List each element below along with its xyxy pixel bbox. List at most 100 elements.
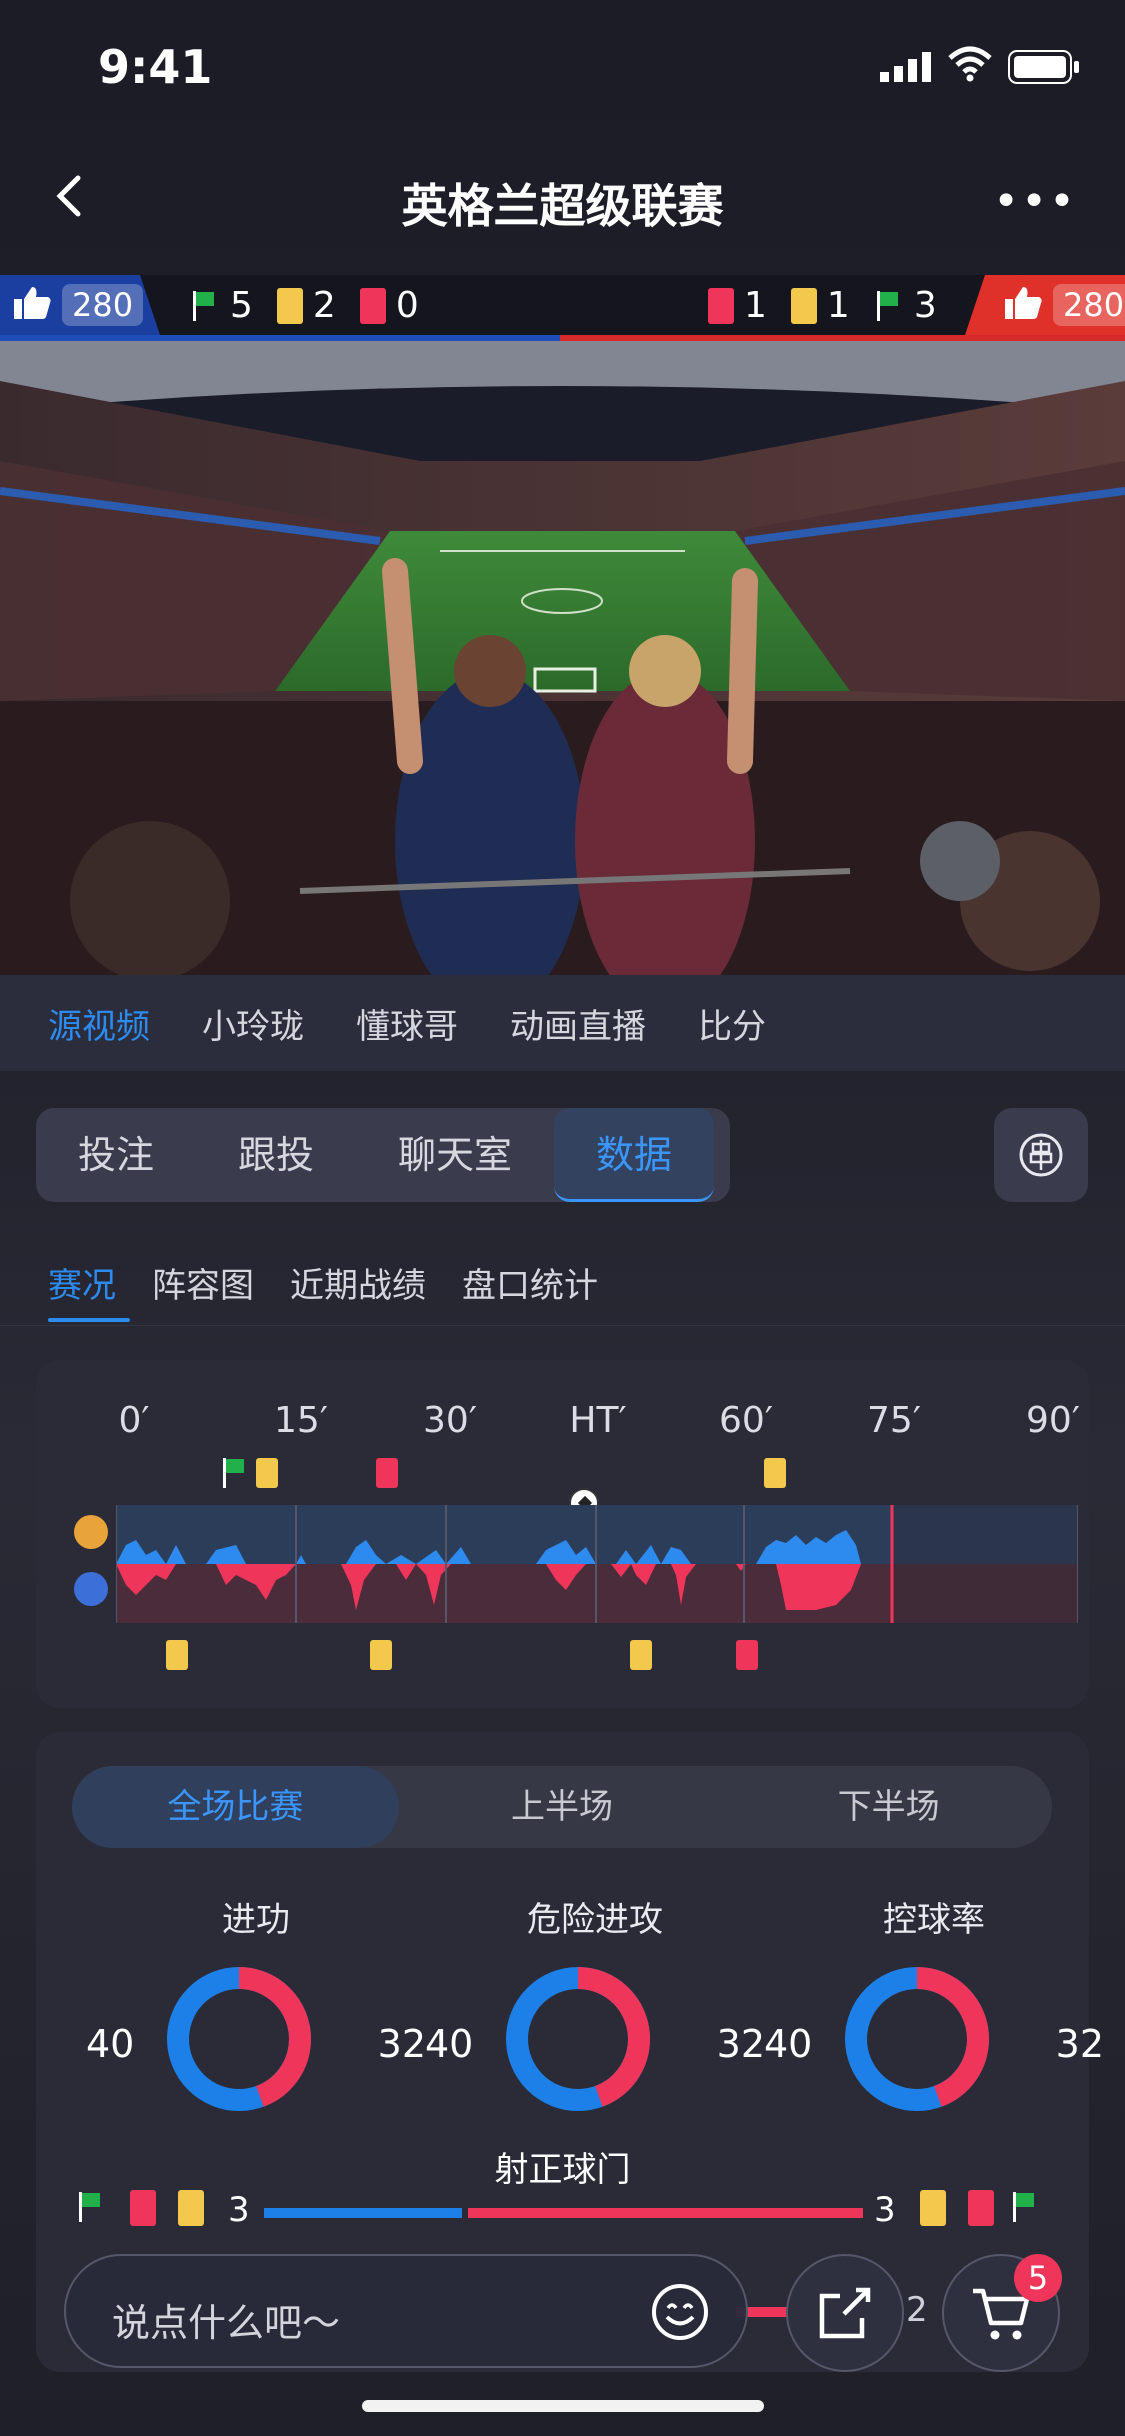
donut-chart xyxy=(845,1967,989,2111)
away-corners: 3 xyxy=(913,285,937,326)
source-tab-animation[interactable]: 动画直播 xyxy=(510,999,646,1048)
corner-flag-icon xyxy=(1010,2192,1040,2222)
subtab-recent[interactable]: 近期战绩 xyxy=(290,1258,426,1307)
corner-flag-icon xyxy=(220,1458,250,1488)
tick-label: 30′ xyxy=(423,1400,477,1441)
stat-dangerous-attacks: 危险进攻 40 32 xyxy=(425,1892,765,2152)
corner-flag-icon xyxy=(190,290,220,321)
away-value: 32 xyxy=(1055,2022,1104,2066)
sub-tabs: 赛况 阵容图 近期战绩 盘口统计 xyxy=(48,1258,598,1307)
status-time: 9:41 xyxy=(98,40,213,94)
yellow-card-icon xyxy=(370,1640,392,1670)
status-bar: 9:41 xyxy=(0,0,1125,140)
stat-label: 控球率 xyxy=(883,1900,985,1940)
stat-attacks: 进功 40 32 xyxy=(86,1892,426,2152)
tab-data[interactable]: 数据 xyxy=(554,1108,715,1202)
subtab-indicator xyxy=(48,1318,130,1322)
corner-flag-icon xyxy=(76,2192,106,2222)
segment-first-half[interactable]: 上半场 xyxy=(399,1766,726,1848)
crystal-palace-team-icon xyxy=(74,1572,108,1606)
tick-label: HT′ xyxy=(569,1400,627,1441)
corner-flag-icon xyxy=(874,290,904,321)
nav-bar: 英格兰超级联赛 ••• xyxy=(0,150,1125,245)
stat-label: 危险进攻 xyxy=(527,1900,663,1940)
home-corners: 5 xyxy=(230,285,253,326)
wifi-icon xyxy=(948,46,992,86)
source-tab-xiaolinglong[interactable]: 小玲珑 xyxy=(202,999,304,1048)
away-like-button[interactable]: 280 xyxy=(965,275,1125,335)
cart-badge: 5 xyxy=(1014,2254,1062,2302)
yellow-card-icon xyxy=(276,287,303,324)
page-title: 英格兰超级联赛 xyxy=(401,179,724,233)
away-yellow: 1 xyxy=(826,285,850,326)
home-indicator xyxy=(362,2400,764,2412)
subtab-lineup[interactable]: 阵容图 xyxy=(152,1258,254,1307)
home-like-count: 280 xyxy=(62,284,144,326)
main-tabs: 投注 跟投 聊天室 数据 xyxy=(36,1108,730,1202)
stat-possession: 控球率 40 32 xyxy=(764,1892,1104,2152)
home-shots-value: 3 xyxy=(228,2190,250,2230)
page: 9:41 英格兰超级联赛 ••• 280 5 2 0 1 1 3 280 源视频… xyxy=(0,0,1125,2436)
away-red: 1 xyxy=(744,285,767,326)
timeline-ticks: 0′ 15′ 30′ HT′ 60′ 75′ 90′ xyxy=(36,1400,1089,1450)
home-red: 0 xyxy=(395,285,419,326)
comment-input[interactable]: 说点什么吧～ xyxy=(64,2254,748,2368)
period-segmented-control: 全场比赛 上半场 下半场 xyxy=(72,1766,1052,1848)
string-bet-button[interactable] xyxy=(994,1108,1088,1202)
share-button[interactable] xyxy=(786,2254,904,2372)
red-card-icon xyxy=(376,1458,398,1488)
stat-label: 进功 xyxy=(222,1900,290,1940)
partial-stat-value: 2 xyxy=(906,2290,928,2330)
yellow-card-icon xyxy=(790,287,817,324)
tab-chatroom[interactable]: 聊天室 xyxy=(356,1108,554,1202)
source-tab-original[interactable]: 源视频 xyxy=(48,999,150,1048)
home-stats: 5 2 0 xyxy=(190,285,419,326)
stadium-photo xyxy=(0,341,1125,975)
tick-label: 60′ xyxy=(719,1400,773,1441)
red-card-icon xyxy=(968,2190,994,2226)
more-icon[interactable]: ••• xyxy=(993,176,1077,227)
segment-second-half[interactable]: 下半场 xyxy=(725,1766,1052,1848)
chuan-icon xyxy=(1019,1133,1063,1177)
source-tab-dongqiuge[interactable]: 懂球哥 xyxy=(356,999,458,1048)
source-tab-score[interactable]: 比分 xyxy=(698,999,766,1048)
thumbs-up-icon xyxy=(12,283,52,327)
away-shots-value: 3 xyxy=(874,2190,896,2230)
emoji-icon[interactable] xyxy=(650,2282,710,2346)
red-card-icon xyxy=(708,287,734,324)
source-tabs: 源视频 小玲珑 懂球哥 动画直播 比分 xyxy=(0,975,1125,1071)
shots-on-target-label: 射正球门 xyxy=(494,2150,631,2190)
yellow-card-icon xyxy=(166,1640,188,1670)
tick-label: 0′ xyxy=(118,1400,150,1441)
stadium-video-player[interactable] xyxy=(0,341,1125,975)
away-value: 32 xyxy=(716,2022,765,2066)
tick-label: 75′ xyxy=(867,1400,921,1441)
home-shots-bar xyxy=(264,2208,462,2218)
tab-follow-bet[interactable]: 跟投 xyxy=(196,1108,356,1202)
thumbs-up-icon xyxy=(1003,283,1043,327)
yellow-card-icon xyxy=(630,1640,652,1670)
away-value: 32 xyxy=(377,2022,426,2066)
battery-icon xyxy=(1008,50,1080,88)
wolves-team-icon xyxy=(74,1515,108,1549)
subtab-odds[interactable]: 盘口统计 xyxy=(462,1258,598,1307)
yellow-card-icon xyxy=(256,1458,278,1488)
away-shots-bar xyxy=(468,2208,863,2218)
home-like-button[interactable]: 280 xyxy=(0,275,160,335)
tick-label: 90′ xyxy=(1026,1400,1080,1441)
away-stats: 1 1 3 xyxy=(708,285,937,326)
match-stat-strip: 280 5 2 0 1 1 3 280 xyxy=(0,275,1125,341)
home-value: 40 xyxy=(86,2022,135,2066)
segment-full-match[interactable]: 全场比赛 xyxy=(72,1766,399,1848)
tick-label: 15′ xyxy=(274,1400,328,1441)
home-value: 40 xyxy=(425,2022,474,2066)
match-timeline-card: 0′ 15′ 30′ HT′ 60′ 75′ 90′ xyxy=(36,1360,1089,1910)
subtab-live[interactable]: 赛况 xyxy=(48,1258,116,1307)
yellow-card-icon xyxy=(920,2190,946,2226)
shots-on-target-row: 射正球门 3 3 xyxy=(36,2142,1089,2232)
yellow-card-icon xyxy=(178,2190,204,2226)
share-icon xyxy=(819,2287,871,2339)
donut-chart xyxy=(506,1967,650,2111)
home-value: 40 xyxy=(764,2022,813,2066)
tab-bet[interactable]: 投注 xyxy=(36,1108,196,1202)
